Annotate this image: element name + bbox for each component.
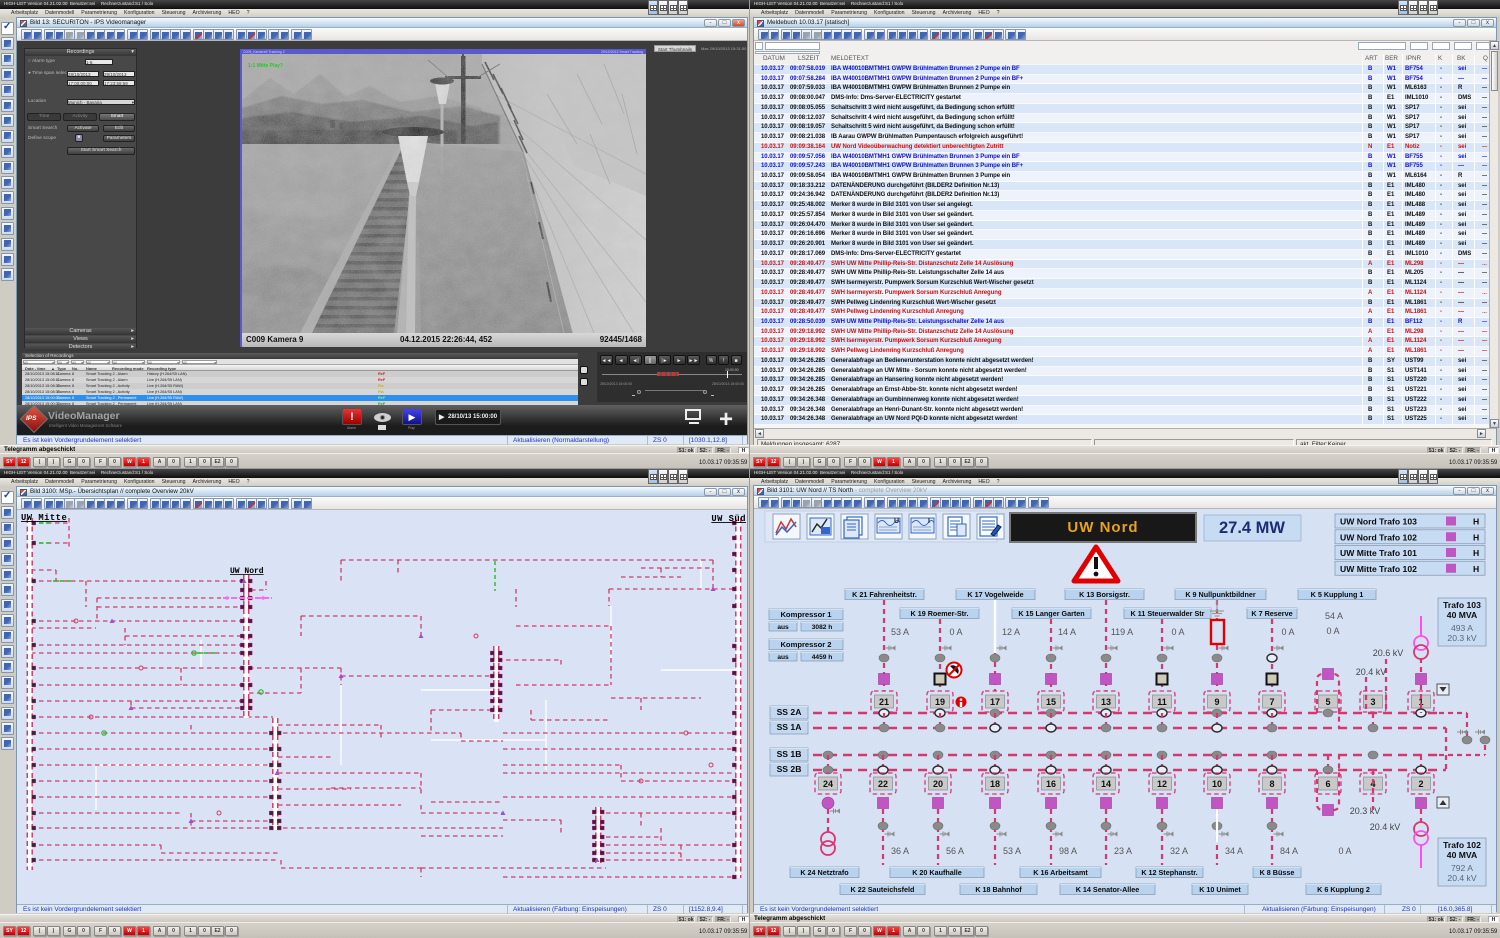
- svg-text:K 14 Senator-Allee: K 14 Senator-Allee: [1076, 885, 1140, 894]
- svg-text:K 20 Kaufhalle: K 20 Kaufhalle: [912, 868, 962, 877]
- svg-text:14 A: 14 A: [1058, 627, 1076, 637]
- svg-text:493 A: 493 A: [1451, 623, 1473, 633]
- svg-text:53 A: 53 A: [1003, 846, 1021, 856]
- svg-text:K 22 Sauteichsfeld: K 22 Sauteichsfeld: [851, 885, 915, 894]
- svg-text:UW Mitte: UW Mitte: [21, 513, 67, 523]
- svg-text:13: 13: [1101, 697, 1111, 707]
- svg-text:24: 24: [823, 779, 833, 789]
- svg-text:SS 2B: SS 2B: [777, 764, 802, 774]
- svg-text:6: 6: [1325, 779, 1330, 789]
- svg-text:K 15 Langer Garten: K 15 Langer Garten: [1018, 609, 1084, 618]
- svg-text:H: H: [1473, 532, 1479, 542]
- svg-text:20.6 kV: 20.6 kV: [1373, 648, 1404, 658]
- svg-text:98 A: 98 A: [1059, 846, 1077, 856]
- svg-text:K 24 Netztrafo: K 24 Netztrafo: [800, 868, 849, 877]
- svg-text:K 8 Büsse: K 8 Büsse: [1260, 868, 1295, 877]
- svg-text:22: 22: [878, 779, 888, 789]
- svg-text:15: 15: [1046, 697, 1056, 707]
- svg-text:K 5 Kupplung 1: K 5 Kupplung 1: [1311, 590, 1364, 599]
- svg-text:K 9 Nullpunktbildner: K 9 Nullpunktbildner: [1185, 590, 1255, 599]
- svg-text:UW Nord: UW Nord: [230, 567, 264, 576]
- svg-text:K 16 Arbeitsamt: K 16 Arbeitsamt: [1033, 868, 1088, 877]
- svg-text:H: H: [1473, 517, 1479, 527]
- svg-text:20.4 kV: 20.4 kV: [1370, 822, 1401, 832]
- svg-text:Trafo 102: Trafo 102: [1443, 840, 1481, 850]
- svg-text:UW Nord Trafo 102: UW Nord Trafo 102: [1340, 532, 1417, 542]
- svg-text:20: 20: [933, 779, 943, 789]
- svg-text:23 A: 23 A: [1114, 846, 1132, 856]
- svg-text:21: 21: [879, 697, 889, 707]
- svg-text:K 7 Reserve: K 7 Reserve: [1251, 609, 1292, 618]
- svg-text:3: 3: [1370, 697, 1375, 707]
- svg-text:0 A: 0 A: [1338, 846, 1351, 856]
- svg-text:0 A: 0 A: [1171, 627, 1184, 637]
- svg-text:7: 7: [1269, 697, 1274, 707]
- svg-text:20.3 kV: 20.3 kV: [1350, 806, 1381, 816]
- svg-text:K 11 Steuerwalder Str: K 11 Steuerwalder Str: [1131, 609, 1205, 618]
- svg-text:0 A: 0 A: [1281, 627, 1294, 637]
- svg-text:56 A: 56 A: [946, 846, 964, 856]
- svg-text:14: 14: [1101, 779, 1111, 789]
- svg-text:Kompressor 2: Kompressor 2: [780, 640, 831, 649]
- svg-text:SS 2A: SS 2A: [777, 707, 802, 717]
- svg-text:UW Mitte Trafo 101: UW Mitte Trafo 101: [1340, 548, 1417, 558]
- svg-text:20.4 kV: 20.4 kV: [1356, 667, 1387, 677]
- svg-text:SS 1A: SS 1A: [777, 722, 802, 732]
- svg-text:18: 18: [990, 779, 1000, 789]
- svg-text:34 A: 34 A: [1225, 846, 1243, 856]
- svg-text:UW Mitte Trafo 102: UW Mitte Trafo 102: [1340, 564, 1417, 574]
- svg-text:aus: aus: [777, 624, 789, 631]
- svg-text:20.3 kV: 20.3 kV: [1447, 633, 1476, 643]
- svg-text:40 MVA: 40 MVA: [1447, 850, 1477, 860]
- svg-text:K 18 Bahnhof: K 18 Bahnhof: [975, 885, 1022, 894]
- svg-text:119 A: 119 A: [1111, 627, 1133, 637]
- svg-text:K 13 Borsigstr.: K 13 Borsigstr.: [1079, 590, 1130, 599]
- svg-text:4459 h: 4459 h: [812, 654, 833, 661]
- svg-text:2: 2: [1418, 779, 1423, 789]
- svg-text:10: 10: [1212, 779, 1222, 789]
- svg-text:K 6 Kupplung 2: K 6 Kupplung 2: [1317, 885, 1370, 894]
- svg-text:5: 5: [1325, 697, 1330, 707]
- svg-text:19: 19: [935, 697, 945, 707]
- svg-text:16: 16: [1046, 779, 1056, 789]
- svg-text:SS 1B: SS 1B: [777, 749, 802, 759]
- svg-text:UW Nord Trafo 103: UW Nord Trafo 103: [1340, 517, 1417, 527]
- svg-text:11: 11: [1157, 697, 1167, 707]
- svg-text:12: 12: [1157, 779, 1167, 789]
- svg-text:K 21 Fahrenheitstr.: K 21 Fahrenheitstr.: [852, 590, 917, 599]
- svg-text:54 A: 54 A: [1325, 611, 1343, 621]
- svg-text:K 10 Unimet: K 10 Unimet: [1199, 885, 1241, 894]
- svg-text:Kompressor 1: Kompressor 1: [780, 610, 832, 619]
- svg-text:17: 17: [990, 697, 1000, 707]
- svg-text:K 17 Vogelweide: K 17 Vogelweide: [967, 590, 1023, 599]
- svg-text:20.4 kV: 20.4 kV: [1447, 873, 1476, 883]
- svg-text:32 A: 32 A: [1170, 846, 1188, 856]
- svg-text:792 A: 792 A: [1451, 863, 1473, 873]
- svg-text:36 A: 36 A: [891, 846, 909, 856]
- svg-text:53 A: 53 A: [891, 627, 909, 637]
- svg-text:3082 h: 3082 h: [812, 624, 833, 631]
- svg-text:0 A: 0 A: [1326, 626, 1339, 636]
- svg-text:aus: aus: [777, 654, 789, 661]
- svg-text:9: 9: [1214, 697, 1219, 707]
- svg-text:I: I: [928, 518, 930, 525]
- svg-text:U: U: [894, 518, 899, 525]
- svg-text:H: H: [1473, 564, 1479, 574]
- svg-text:27.4 MW: 27.4 MW: [1219, 519, 1285, 537]
- svg-text:K 19 Roemer-Str.: K 19 Roemer-Str.: [911, 609, 969, 618]
- svg-text:H: H: [1473, 548, 1479, 558]
- svg-text:Trafo 103: Trafo 103: [1443, 600, 1481, 610]
- svg-text:84 A: 84 A: [1280, 846, 1298, 856]
- svg-text:K 12 Stephanstr.: K 12 Stephanstr.: [1141, 868, 1197, 877]
- svg-text:8: 8: [1269, 779, 1274, 789]
- svg-text:12 A: 12 A: [1002, 627, 1020, 637]
- svg-text:40 MVA: 40 MVA: [1447, 610, 1477, 620]
- svg-text:UW Nord: UW Nord: [1067, 519, 1138, 536]
- svg-text:0 A: 0 A: [949, 627, 962, 637]
- svg-text:UW Süd: UW Süd: [711, 514, 746, 524]
